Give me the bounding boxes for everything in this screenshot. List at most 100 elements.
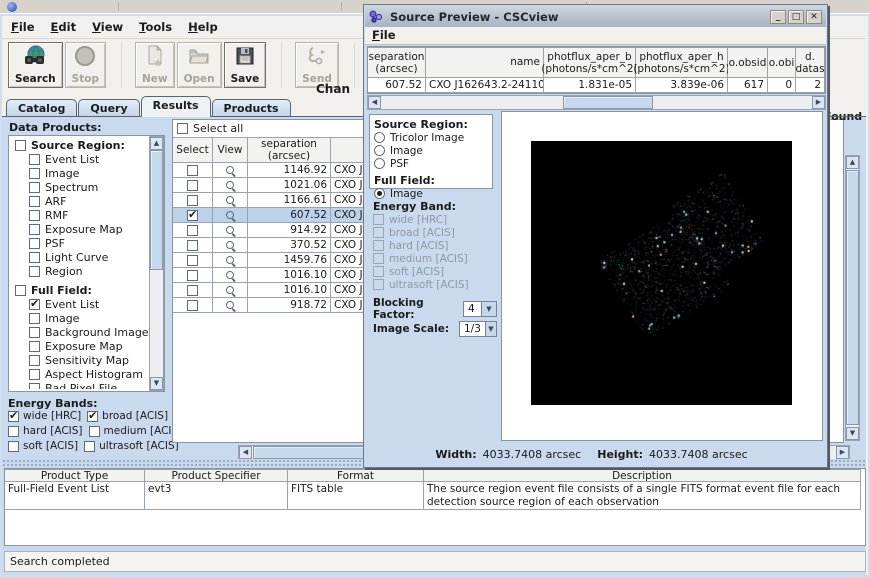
checkbox[interactable] (29, 168, 40, 179)
select-all-control[interactable]: Select all (177, 122, 243, 135)
column-header-photflux-aper-h[interactable]: photflux_aper_h(photons/s*cm^2) (636, 47, 728, 78)
row-view-cell[interactable] (213, 208, 248, 223)
scroll-up-icon[interactable]: ▲ (846, 156, 859, 169)
row-checkbox[interactable] (187, 300, 198, 311)
data-product-item-bad-pixel-file[interactable]: Bad Pixel File (11, 381, 148, 389)
row-view-cell[interactable] (213, 178, 248, 193)
chevron-down-icon[interactable]: ▼ (481, 302, 496, 316)
data-product-item-exposure-map[interactable]: Exposure Map (11, 339, 148, 353)
row-select-cell[interactable] (173, 208, 213, 223)
row-view-cell[interactable] (213, 238, 248, 253)
search-button[interactable]: Search (8, 42, 63, 88)
scroll-down-icon[interactable]: ▼ (150, 377, 163, 390)
column-header-view[interactable]: View (213, 137, 248, 163)
dialog-table-scrollbar[interactable]: ◀ ▶ (367, 95, 826, 110)
radio-button[interactable] (374, 188, 385, 199)
magnifier-icon[interactable] (225, 210, 236, 221)
energy-band-broad-acis[interactable]: broad [ACIS] (87, 410, 168, 422)
full-field-option-image[interactable]: Image (374, 187, 488, 200)
column-header-name[interactable]: name (426, 47, 544, 78)
column-header-o-obsid[interactable]: o.obsid (728, 47, 768, 78)
data-product-item-spectrum[interactable]: Spectrum (11, 180, 148, 194)
menu-tools[interactable]: Tools (132, 18, 181, 37)
scroll-left-icon[interactable]: ◀ (368, 96, 381, 109)
scroll-right-icon[interactable]: ▶ (836, 446, 849, 459)
row-view-cell[interactable] (213, 253, 248, 268)
checkbox[interactable] (29, 252, 40, 263)
data-product-item-exposure-map[interactable]: Exposure Map (11, 222, 148, 236)
checkbox[interactable] (8, 441, 19, 452)
image-scale-select[interactable]: 1/3 ▼ (459, 321, 497, 337)
row-select-cell[interactable] (173, 253, 213, 268)
checkbox[interactable] (29, 355, 40, 366)
row-checkbox[interactable] (187, 180, 198, 191)
checkbox[interactable] (84, 441, 95, 452)
radio-button[interactable] (374, 158, 385, 169)
column-header-separation[interactable]: separation(arcsec) (248, 137, 331, 163)
column-header-select[interactable]: Select (173, 137, 213, 163)
scrollbar-thumb[interactable] (150, 150, 163, 270)
maximize-icon[interactable]: □ (788, 10, 804, 24)
data-product-item-psf[interactable]: PSF (11, 236, 148, 250)
dialog-table-row[interactable]: 607.52CXO J162643.2-2411091.831e-053.839… (368, 78, 825, 93)
checkbox[interactable] (29, 313, 40, 324)
select-all-checkbox[interactable] (177, 123, 188, 134)
energy-band-medium-acis[interactable]: medium [ACIS] (89, 425, 183, 437)
scroll-right-icon[interactable]: ▶ (812, 96, 825, 109)
column-header-o-obi[interactable]: o.obi (768, 47, 796, 78)
data-product-item-light-curve[interactable]: Light Curve (11, 250, 148, 264)
row-checkbox[interactable] (187, 195, 198, 206)
data-product-item-background-image[interactable]: Background Image (11, 325, 148, 339)
checkbox[interactable] (29, 238, 40, 249)
row-view-cell[interactable] (213, 163, 248, 178)
scrollbar-thumb[interactable] (846, 170, 859, 425)
tab-catalog[interactable]: Catalog (6, 99, 77, 117)
magnifier-icon[interactable] (225, 270, 236, 281)
magnifier-icon[interactable] (225, 300, 236, 311)
row-select-cell[interactable] (173, 268, 213, 283)
row-view-cell[interactable] (213, 283, 248, 298)
source-region-option-psf[interactable]: PSF (374, 157, 488, 170)
results-vertical-scrollbar[interactable]: ▲ ▼ (845, 155, 860, 441)
row-view-cell[interactable] (213, 193, 248, 208)
checkbox[interactable] (29, 266, 40, 277)
checkbox[interactable] (29, 210, 40, 221)
row-select-cell[interactable] (173, 223, 213, 238)
magnifier-icon[interactable] (225, 180, 236, 191)
row-checkbox[interactable] (187, 210, 198, 221)
magnifier-icon[interactable] (225, 285, 236, 296)
row-checkbox[interactable] (187, 255, 198, 266)
row-checkbox[interactable] (187, 285, 198, 296)
close-icon[interactable]: ✕ (806, 10, 822, 24)
magnifier-icon[interactable] (225, 225, 236, 236)
row-select-cell[interactable] (173, 298, 213, 313)
blocking-factor-select[interactable]: 4 ▼ (463, 301, 497, 317)
dialog-menu-file[interactable]: File (365, 26, 405, 45)
column-header-d-datas[interactable]: d. datas (796, 47, 825, 78)
checkbox[interactable] (29, 383, 40, 390)
checkbox[interactable] (29, 299, 40, 310)
radio-button[interactable] (374, 145, 385, 156)
scroll-down-icon[interactable]: ▼ (846, 427, 859, 440)
checkbox[interactable] (29, 154, 40, 165)
menu-help[interactable]: Help (181, 18, 227, 37)
scroll-up-icon[interactable]: ▲ (150, 137, 163, 150)
column-header-photflux-aper-b[interactable]: photflux_aper_b(photons/s*cm^2) (544, 47, 636, 78)
energy-band-ultrasoft-acis[interactable]: ultrasoft [ACIS] (84, 440, 179, 452)
minimize-icon[interactable]: _ (770, 10, 786, 24)
radio-button[interactable] (374, 132, 385, 143)
save-button[interactable]: Save (224, 42, 267, 88)
data-product-item-arf[interactable]: ARF (11, 194, 148, 208)
chevron-down-icon[interactable]: ▼ (485, 322, 496, 336)
checkbox[interactable] (29, 327, 40, 338)
magnifier-icon[interactable] (225, 165, 236, 176)
magnifier-icon[interactable] (225, 240, 236, 251)
data-product-item-full-field[interactable]: Full Field: (11, 283, 148, 297)
tab-results[interactable]: Results (141, 96, 211, 117)
checkbox[interactable] (8, 426, 19, 437)
menu-file[interactable]: File (4, 18, 44, 37)
row-checkbox[interactable] (187, 270, 198, 281)
energy-band-hard-acis[interactable]: hard [ACIS] (8, 425, 83, 437)
data-product-item-event-list[interactable]: Event List (11, 152, 148, 166)
checkbox[interactable] (15, 285, 26, 296)
